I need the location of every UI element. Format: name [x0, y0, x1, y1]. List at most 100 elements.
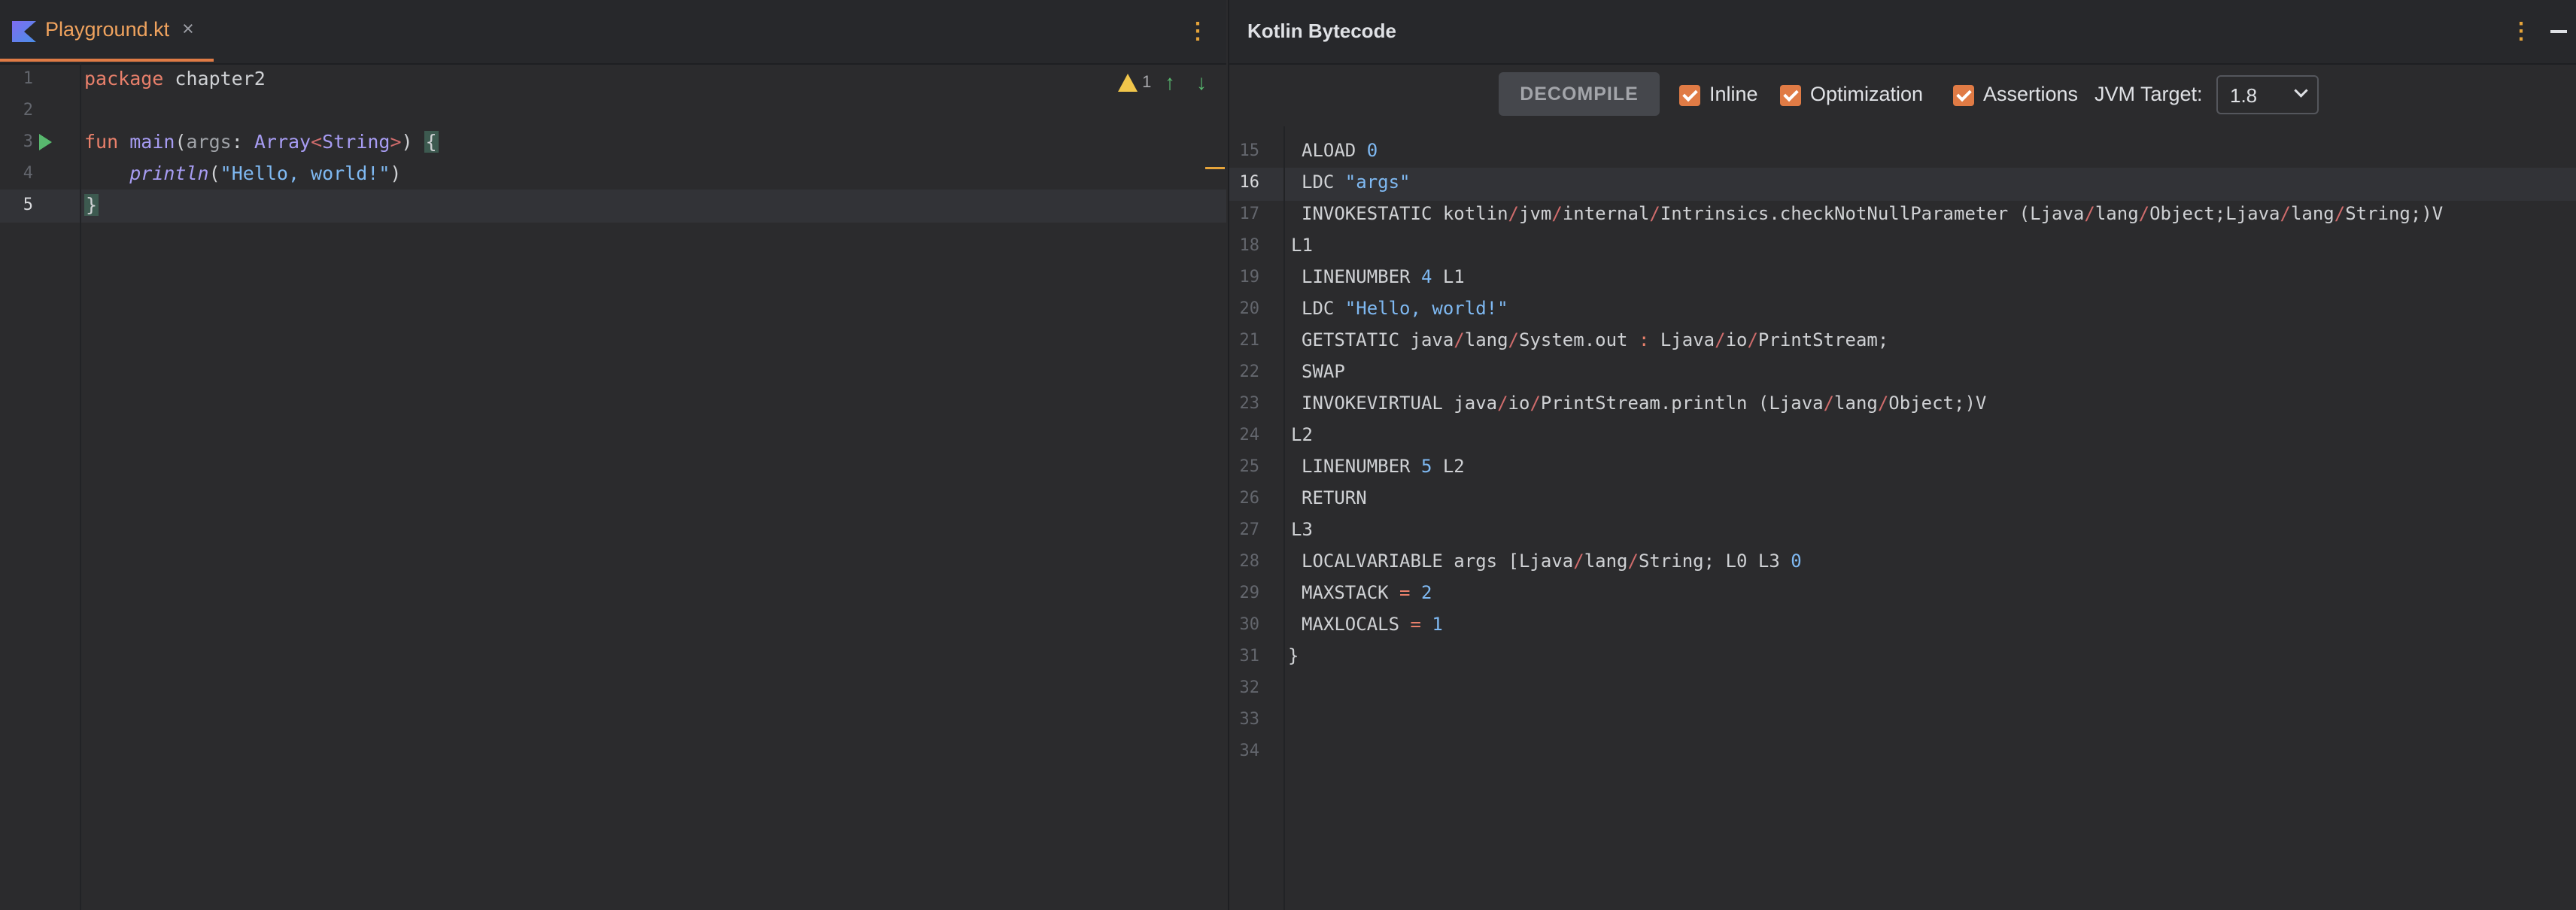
more-options-icon[interactable]: ⋮ [2510, 17, 2532, 47]
line-number: 23 [1239, 394, 1260, 413]
bytecode-token: GETSTATIC java [1302, 329, 1454, 350]
bytecode-line[interactable]: MAXSTACK = 2 [1302, 582, 1432, 603]
line-number: 34 [1239, 742, 1260, 760]
line-number: 28 [1239, 552, 1260, 571]
bytecode-line[interactable]: INVOKEVIRTUAL java/io/PrintStream.printl… [1302, 393, 1986, 414]
line-number: 19 [1239, 268, 1260, 287]
line-number: 30 [1239, 615, 1260, 634]
bytecode-line[interactable]: LINENUMBER 5 L2 [1302, 456, 1465, 477]
bytecode-token: / [1497, 393, 1508, 414]
line-number: 18 [1239, 236, 1260, 255]
bytecode-line[interactable]: L1 [1291, 235, 1313, 256]
optimization-label: Optimization [1810, 83, 1924, 105]
code-line-3[interactable]: fun main(args: Array<String>) { [84, 131, 439, 153]
line-number: 26 [1239, 489, 1260, 508]
bytecode-line[interactable]: LDC "Hello, world!" [1302, 298, 1508, 319]
parameter: args [186, 131, 232, 153]
bytecode-token: SWAP [1302, 361, 1345, 382]
line-number: 33 [1239, 710, 1260, 729]
bytecode-token: Object;Ljava [2149, 203, 2280, 224]
run-icon[interactable] [39, 134, 52, 150]
line-number: 4 [23, 164, 33, 183]
line-number: 16 [1239, 173, 1260, 192]
minimize-icon[interactable] [2550, 30, 2567, 33]
previous-highlight-icon[interactable]: ↑ [1165, 71, 1175, 95]
close-icon[interactable]: × [182, 17, 194, 41]
bytecode-token: / [2138, 203, 2150, 224]
bytecode-token: / [1823, 393, 1835, 414]
bytecode-token: L2 [1291, 424, 1313, 445]
bytecode-token: PrintStream; [1757, 329, 1889, 350]
kotlin-file-icon [12, 21, 36, 42]
bytecode-token: String;)V [2345, 203, 2444, 224]
code-line-4[interactable]: println("Hello, world!") [84, 162, 401, 184]
bytecode-toolbar: DECOMPILE Inline Optimization Assertions… [1229, 65, 2576, 125]
bytecode-line[interactable]: INVOKESTATIC kotlin/jvm/internal/Intrins… [1302, 203, 2443, 224]
optimization-checkbox[interactable] [1780, 85, 1801, 106]
bytecode-token: / [2280, 203, 2291, 224]
string-literal: "Hello, world!" [220, 162, 390, 184]
bytecode-line[interactable]: MAXLOCALS = 1 [1302, 614, 1443, 635]
chevron-down-icon [2294, 83, 2308, 98]
tool-window-header: Kotlin Bytecode ⋮ [1229, 0, 2576, 65]
code-line-1[interactable]: package chapter2 [84, 68, 266, 89]
editor-pane: Playground.kt × ⋮ 1 2 3 4 5 package chap… [0, 0, 1226, 910]
bytecode-token: Object;)V [1888, 393, 1987, 414]
bytecode-line[interactable]: LOCALVARIABLE args [Ljava/lang/String; L… [1302, 551, 1802, 572]
line-number: 22 [1239, 362, 1260, 381]
line-number: 15 [1239, 141, 1260, 160]
bytecode-token: / [1508, 329, 1519, 350]
bytecode-line[interactable]: L3 [1291, 519, 1313, 540]
matched-brace: { [424, 131, 439, 153]
bytecode-token: / [1649, 203, 1660, 224]
more-options-icon[interactable]: ⋮ [1186, 17, 1209, 47]
bytecode-token: / [1877, 393, 1889, 414]
paren: ( [175, 131, 187, 153]
editor-tab-bar: Playground.kt × ⋮ [0, 0, 1226, 65]
jvm-target-select[interactable]: 1.8 [2216, 75, 2319, 114]
bytecode-line[interactable]: SWAP [1302, 361, 1345, 382]
bytecode-token: / [1508, 203, 1519, 224]
inline-label: Inline [1709, 83, 1758, 105]
tab-playground-kt[interactable]: Playground.kt × [0, 0, 214, 62]
line-number: 17 [1239, 205, 1260, 223]
type: Array [254, 131, 311, 153]
inline-checkbox[interactable] [1679, 85, 1700, 106]
code-line-5[interactable]: } [84, 194, 99, 216]
bytecode-line[interactable]: RETURN [1302, 487, 1367, 508]
bytecode-token: / [2084, 203, 2095, 224]
bytecode-line[interactable]: LDC "args" [1302, 171, 1411, 193]
bytecode-line[interactable]: ALOAD 0 [1302, 140, 1378, 161]
assertions-label: Assertions [1983, 83, 2079, 105]
assertions-checkbox[interactable] [1953, 85, 1974, 106]
decompile-button[interactable]: DECOMPILE [1499, 72, 1660, 116]
bytecode-token: String; L0 L3 [1638, 551, 1791, 572]
bytecode-token: io [1508, 393, 1530, 414]
bytecode-line[interactable]: } [1288, 645, 1299, 666]
bytecode-line[interactable]: LINENUMBER 4 L1 [1302, 266, 1465, 287]
bytecode-token: : [1638, 329, 1650, 350]
bytecode-token: PrintStream.println (Ljava [1540, 393, 1824, 414]
jvm-target-value: 1.8 [2230, 84, 2258, 107]
bytecode-line[interactable]: GETSTATIC java/lang/System.out : Ljava/i… [1302, 329, 1888, 350]
scrollbar-warning-marker[interactable] [1205, 167, 1225, 169]
bytecode-token [1411, 582, 1421, 603]
inspection-widget[interactable]: 1 [1118, 72, 1151, 95]
line-number: 24 [1239, 426, 1260, 444]
angle-bracket: > [390, 131, 402, 153]
bytecode-token: 0 [1366, 140, 1378, 161]
bytecode-token: / [1715, 329, 1726, 350]
bytecode-token: 2 [1420, 582, 1432, 603]
line-number: 3 [23, 132, 33, 151]
bytecode-token: lang [1584, 551, 1628, 572]
colon: : [231, 131, 243, 153]
bytecode-line[interactable]: L2 [1291, 424, 1313, 445]
current-line-highlight [1229, 168, 2576, 201]
bytecode-token: = [1410, 614, 1421, 635]
warning-count: 1 [1142, 72, 1152, 91]
function-name: main [129, 131, 175, 153]
next-highlight-icon[interactable]: ↓ [1196, 71, 1207, 95]
bytecode-token: MAXSTACK [1302, 582, 1400, 603]
bytecode-token: LINENUMBER [1302, 456, 1421, 477]
bytecode-token: LOCALVARIABLE args [Ljava [1302, 551, 1574, 572]
